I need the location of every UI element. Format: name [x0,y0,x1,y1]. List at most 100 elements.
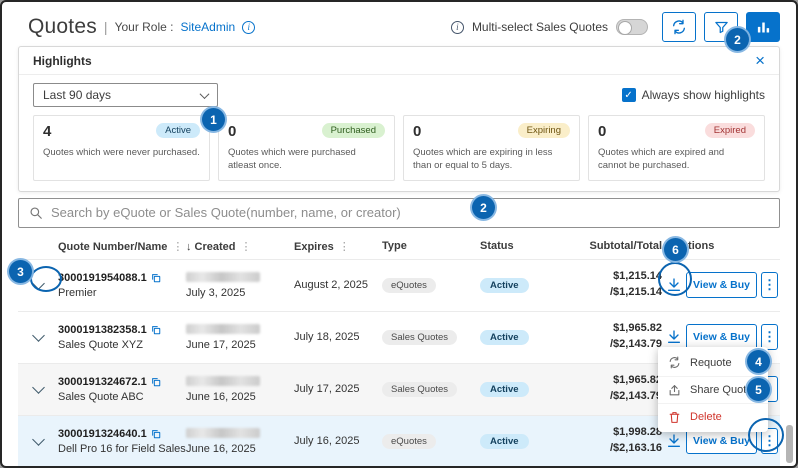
redacted-creator [186,428,260,438]
expires-date: July 16, 2025 [294,435,382,447]
annotation-ring-kebab [748,418,784,452]
quote-number: 3000191954088.1 [58,272,147,284]
redacted-creator [186,376,260,386]
quotes-page: Quotes | Your Role : SiteAdmin i i Multi… [0,0,798,468]
type-badge: Sales Quotes [382,382,457,397]
status-badge: Expired [705,123,755,138]
highlights-panel: Highlights × Last 90 days ✓ Always show … [18,46,780,192]
highlights-controls: Last 90 days ✓ Always show highlights [19,75,779,113]
expand-chevron-icon[interactable] [32,381,45,394]
subtotal-value: $1,998.28 [584,425,662,441]
highlight-card-expiring: 0 Expiring Quotes which are expiring in … [403,115,580,181]
card-count: 0 [228,123,236,140]
annotation-step-6: 6 [664,238,687,261]
annotation-step-1: 1 [202,108,225,131]
search-input[interactable] [51,205,769,220]
chevron-down-icon [200,89,210,99]
highlights-cards: 4 Active Quotes which were never purchas… [19,113,779,191]
column-label: Created [195,241,236,253]
period-select[interactable]: Last 90 days [33,83,218,107]
column-menu-icon[interactable]: ⋮ [339,241,350,253]
role-value: SiteAdmin [181,20,236,34]
column-menu-icon[interactable]: ⋮ [240,241,251,253]
column-status: Status [480,240,584,252]
trash-icon [668,411,682,424]
annotation-step-2-search: 2 [472,196,495,219]
refresh-icon [671,19,687,35]
quote-number: 3000191324672.1 [58,376,147,388]
copy-icon[interactable] [151,325,161,335]
redacted-creator [186,272,260,282]
vertical-scrollbar[interactable] [786,425,793,463]
copy-icon[interactable] [151,377,161,387]
card-count: 4 [43,123,51,140]
quote-number: 3000191382358.1 [58,324,147,336]
created-date: July 3, 2025 [186,287,294,299]
expand-chevron-icon[interactable] [32,433,45,446]
created-date: June 16, 2025 [186,443,294,455]
status-badge: Expiring [518,123,570,138]
multiselect-toggle[interactable] [616,19,648,35]
highlight-card-expired: 0 Expired Quotes which are expired and c… [588,115,765,181]
annotation-ring-download [658,262,692,296]
copy-icon[interactable] [151,273,161,283]
column-menu-icon[interactable]: ⋮ [172,241,183,253]
column-label: Status [480,240,514,252]
page-header: Quotes | Your Role : SiteAdmin i i Multi… [2,2,796,46]
download-icon[interactable] [666,433,682,449]
column-type: Type [382,240,480,252]
highlight-card-purchased: 0 Purchased Quotes which were purchased … [218,115,395,181]
annotation-step-4: 4 [747,350,770,373]
expand-chevron-icon[interactable] [32,329,45,342]
annotation-step-3: 3 [9,260,32,283]
total-value: /$2,163.16 [584,441,662,457]
status-badge: Active [480,382,529,397]
subtotal-value: $1,965.82 [584,373,662,389]
status-badge: Purchased [322,123,385,138]
subtotal-value: $1,215.14 [584,269,662,285]
search-icon [29,206,43,220]
role-info-icon[interactable]: i [242,21,255,34]
menu-item-label: Delete [690,411,722,423]
column-created[interactable]: ↓Created ⋮ [186,240,294,253]
column-subtotal: Subtotal/Total [584,240,666,252]
type-badge: eQuotes [382,434,436,449]
total-value: /$1,215.14 [584,285,662,301]
highlights-header: Highlights × [19,47,779,75]
period-select-value: Last 90 days [43,88,111,102]
view-buy-button[interactable]: View & Buy [686,272,757,298]
copy-icon[interactable] [151,429,161,439]
kebab-menu-button[interactable]: ⋮ [761,272,778,298]
always-show-row: ✓ Always show highlights [622,88,765,102]
status-badge: Active [480,330,529,345]
annotation-step-2-filter: 2 [726,28,749,51]
menu-item-label: Requote [690,357,732,369]
card-description: Quotes which are expired and cannot be p… [598,146,755,173]
quote-name: Sales Quote ABC [58,391,186,403]
menu-item-label: Share Quote [690,384,752,396]
annotation-step-5: 5 [747,378,770,401]
multiselect-info-icon[interactable]: i [451,21,464,34]
card-description: Quotes which were purchased atleast once… [228,146,385,173]
quote-number: 3000191324640.1 [58,428,147,440]
status-badge: Active [480,434,529,449]
highlights-title: Highlights [33,54,92,68]
share-icon [668,384,682,397]
created-date: June 17, 2025 [186,339,294,351]
always-show-checkbox[interactable]: ✓ [622,88,636,102]
title-separator: | [104,19,108,35]
status-badge: Active [156,123,200,138]
total-value: /$2,143.79 [584,389,662,405]
column-expires[interactable]: Expires⋮ [294,240,382,253]
card-description: Quotes which were never purchased. [43,146,200,159]
column-number[interactable]: Quote Number/Name⋮ [58,240,186,253]
refresh-button[interactable] [662,12,696,42]
sort-desc-icon[interactable]: ↓ [186,241,192,253]
download-icon[interactable] [666,329,682,345]
chart-view-button[interactable] [746,12,780,42]
close-icon[interactable]: × [755,54,765,68]
bar-chart-icon [756,20,771,35]
page-title: Quotes [28,15,97,39]
subtotal-value: $1,965.82 [584,321,662,337]
always-show-label: Always show highlights [642,88,765,102]
